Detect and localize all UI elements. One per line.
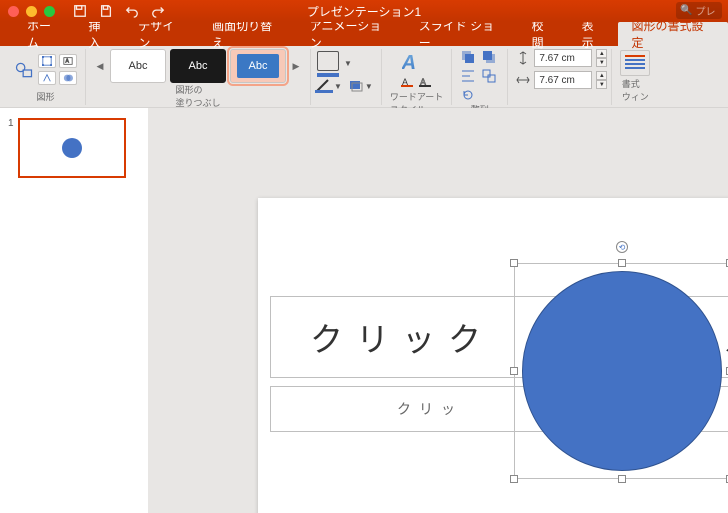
shape-effects-icon[interactable]: ▼ bbox=[348, 79, 373, 93]
rotate-handle[interactable]: ⟲ bbox=[616, 241, 628, 253]
tab-design[interactable]: デザイン bbox=[125, 22, 199, 46]
width-up-button[interactable]: ▲ bbox=[596, 71, 607, 80]
text-outline-icon[interactable]: A bbox=[419, 77, 433, 90]
document-title: プレゼンテーション1 bbox=[307, 3, 421, 20]
undo-icon[interactable] bbox=[125, 4, 139, 18]
send-backward-icon[interactable] bbox=[481, 49, 497, 65]
height-icon bbox=[516, 51, 530, 65]
quick-access-toolbar bbox=[73, 4, 165, 18]
thumbnail-circle-shape bbox=[62, 138, 82, 158]
height-down-button[interactable]: ▼ bbox=[596, 58, 607, 67]
tab-view[interactable]: 表示 bbox=[569, 22, 619, 46]
styles-prev-icon[interactable]: ◀ bbox=[94, 50, 106, 82]
shapes-group-label: 図形 bbox=[36, 90, 54, 103]
title-bar: プレゼンテーション1 🔍 プレ bbox=[0, 0, 728, 22]
chevron-down-icon[interactable]: ▼ bbox=[344, 59, 352, 68]
search-placeholder: プレ bbox=[695, 3, 715, 18]
minimize-window-button[interactable] bbox=[26, 6, 37, 17]
tab-insert[interactable]: 挿入 bbox=[75, 22, 125, 46]
save-icon[interactable] bbox=[99, 4, 113, 18]
slide-canvas[interactable]: クリック タイトル クリッ イトルを入力 ⟲ bbox=[148, 108, 728, 513]
text-box-icon[interactable]: A bbox=[59, 54, 77, 68]
maximize-window-button[interactable] bbox=[44, 6, 55, 17]
ribbon: A 図形 ◀ Abc Abc Abc ▶ 図形の 塗りつぶし ▼ ▼ ▼ A bbox=[0, 46, 728, 108]
group-icon[interactable] bbox=[481, 68, 497, 84]
ribbon-tabs: ホーム 挿入 デザイン 画面切り替え アニメーション スライド ショー 校閲 表… bbox=[0, 22, 728, 46]
insert-shape-icon[interactable] bbox=[14, 60, 34, 80]
slide-thumbnail-1[interactable] bbox=[18, 118, 126, 178]
slide[interactable]: クリック タイトル クリッ イトルを入力 ⟲ bbox=[258, 198, 728, 513]
tab-shape-format[interactable]: 図形の書式設定 bbox=[618, 22, 728, 46]
fill-group-label: 図形の 塗りつぶし bbox=[175, 83, 220, 109]
shape-style-2[interactable]: Abc bbox=[170, 49, 226, 83]
text-fill-icon[interactable]: A bbox=[401, 77, 415, 90]
resize-handle-w[interactable] bbox=[510, 367, 518, 375]
tab-home[interactable]: ホーム bbox=[14, 22, 75, 46]
tab-review[interactable]: 校閲 bbox=[519, 22, 569, 46]
ribbon-group-shape-fill: ▼ ▼ ▼ bbox=[311, 49, 382, 105]
window-controls bbox=[8, 6, 55, 17]
resize-handle-s[interactable] bbox=[618, 475, 626, 483]
width-icon bbox=[516, 73, 530, 87]
workspace: 1 クリック タイトル クリッ イトルを入力 ⟲ bbox=[0, 108, 728, 513]
shape-height-input[interactable]: 7.67 cm bbox=[534, 49, 592, 67]
width-down-button[interactable]: ▼ bbox=[596, 80, 607, 89]
ribbon-group-wordart: A A A ワードアート スタイル bbox=[382, 49, 452, 105]
shape-fill-icon[interactable] bbox=[315, 49, 343, 77]
resize-handle-nw[interactable] bbox=[510, 259, 518, 267]
tab-transitions[interactable]: 画面切り替え bbox=[199, 22, 297, 46]
tab-animations[interactable]: アニメーション bbox=[297, 22, 406, 46]
tab-slideshow[interactable]: スライド ショー bbox=[406, 22, 519, 46]
shape-outline-icon[interactable]: ▼ bbox=[315, 79, 342, 93]
align-icon[interactable] bbox=[460, 68, 476, 84]
redo-icon[interactable] bbox=[151, 4, 165, 18]
ribbon-group-format-pane: 書式 ウィン bbox=[612, 49, 658, 105]
shape-points-icon[interactable] bbox=[38, 71, 56, 85]
svg-text:A: A bbox=[66, 59, 70, 65]
circle-shape[interactable] bbox=[522, 271, 722, 471]
resize-handle-n[interactable] bbox=[618, 259, 626, 267]
selected-shape-circle[interactable]: ⟲ bbox=[522, 271, 722, 471]
shape-style-1[interactable]: Abc bbox=[110, 49, 166, 83]
edit-shape-icon[interactable] bbox=[38, 54, 56, 68]
shape-width-input[interactable]: 7.67 cm bbox=[534, 71, 592, 89]
height-up-button[interactable]: ▲ bbox=[596, 49, 607, 58]
slide-thumbnail-pane: 1 bbox=[0, 108, 148, 513]
ribbon-group-size: 7.67 cm ▲▼ 7.67 cm ▲▼ bbox=[508, 49, 612, 105]
slide-number: 1 bbox=[8, 118, 14, 178]
wordart-icon[interactable]: A bbox=[402, 49, 432, 75]
search-box[interactable]: 🔍 プレ bbox=[676, 2, 722, 19]
rotate-icon[interactable] bbox=[460, 87, 476, 103]
format-pane-label: 書式 ウィン bbox=[622, 77, 649, 103]
close-window-button[interactable] bbox=[8, 6, 19, 17]
ribbon-group-shape-styles: ◀ Abc Abc Abc ▶ 図形の 塗りつぶし bbox=[86, 49, 311, 105]
resize-handle-sw[interactable] bbox=[510, 475, 518, 483]
merge-shapes-icon[interactable] bbox=[59, 71, 77, 85]
search-icon: 🔍 bbox=[680, 5, 692, 16]
bring-forward-icon[interactable] bbox=[460, 49, 476, 65]
format-pane-icon[interactable] bbox=[620, 50, 650, 76]
styles-next-icon[interactable]: ▶ bbox=[290, 50, 302, 82]
shape-style-3-selected[interactable]: Abc bbox=[230, 49, 286, 83]
auto-save-icon[interactable] bbox=[73, 4, 87, 18]
ribbon-group-arrange: 整列 bbox=[452, 49, 508, 105]
ribbon-group-shapes: A 図形 bbox=[6, 49, 86, 105]
